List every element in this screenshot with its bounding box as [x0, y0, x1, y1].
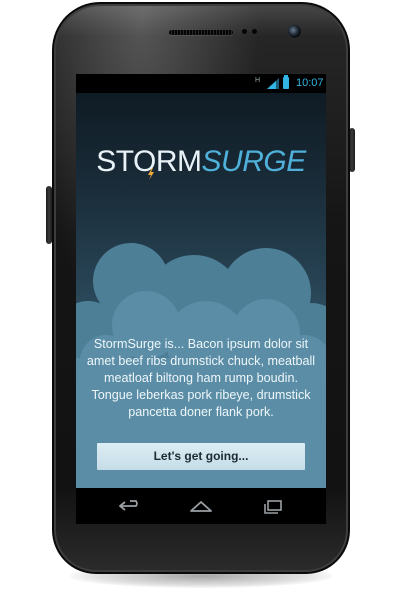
front-camera	[288, 25, 301, 38]
proximity-sensor	[242, 29, 247, 34]
phone-screen: H 10:07 STORMSURGE StormSurge is... Baco…	[76, 74, 326, 524]
logo-surge-text: SURGE	[201, 145, 307, 178]
network-type-label: H	[255, 77, 261, 84]
recent-apps-icon[interactable]	[258, 496, 288, 516]
battery-icon	[283, 75, 289, 89]
light-sensor	[252, 29, 257, 34]
status-time: 10:07	[296, 77, 324, 89]
app-description: StormSurge is... Bacon ipsum dolor sit a…	[86, 337, 316, 419]
device-stage: H 10:07 STORMSURGE StormSurge is... Baco…	[0, 0, 402, 600]
back-icon[interactable]	[116, 496, 146, 516]
lightning-bolt-icon	[148, 168, 154, 180]
app-logo: STORMSURGE	[76, 145, 326, 179]
app-splash: STORMSURGE StormSurge is... Bacon ipsum …	[76, 93, 326, 488]
hplus-icon: H	[255, 77, 265, 90]
home-icon[interactable]	[186, 496, 216, 516]
get-started-button[interactable]: Let's get going...	[97, 443, 305, 470]
status-bar: H 10:07	[76, 74, 326, 93]
signal-icon	[267, 78, 279, 89]
navigation-bar	[76, 488, 326, 524]
earpiece-speaker	[169, 30, 233, 35]
